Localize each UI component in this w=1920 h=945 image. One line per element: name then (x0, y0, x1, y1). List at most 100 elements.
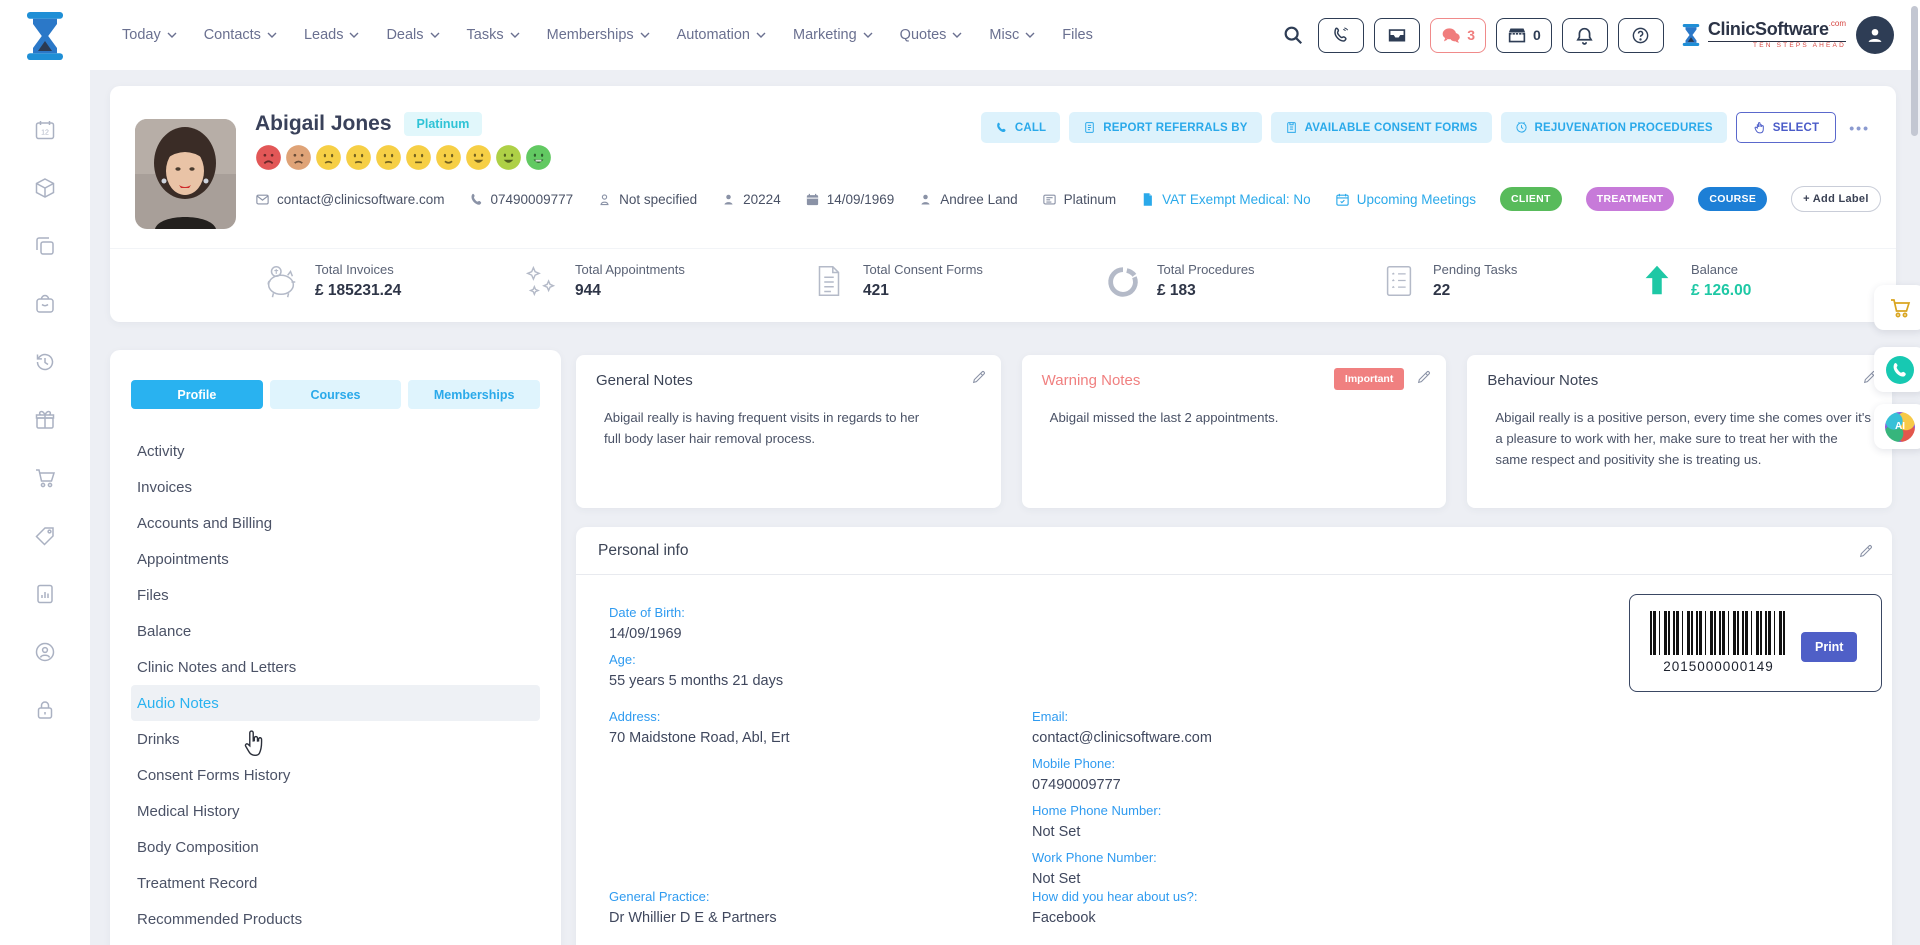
label-client[interactable]: CLIENT (1500, 187, 1562, 211)
consent-forms-button[interactable]: AVAILABLE CONSENT FORMS (1271, 112, 1492, 143)
bag-icon[interactable] (33, 292, 57, 316)
nav-leads[interactable]: Leads (304, 27, 360, 43)
inbox-icon (1387, 26, 1407, 44)
calendar-icon[interactable]: 12 (33, 118, 57, 142)
tag-icon[interactable] (33, 524, 57, 548)
edit-pencil-icon[interactable] (971, 369, 987, 385)
nav-automation[interactable]: Automation (677, 27, 766, 43)
inbox-button[interactable] (1374, 18, 1420, 53)
rejuvenation-button[interactable]: REJUVENATION PROCEDURES (1501, 112, 1727, 143)
menu-item-audio-notes[interactable]: Audio Notes (131, 685, 540, 721)
patient-photo[interactable] (135, 119, 236, 229)
copy-icon[interactable] (33, 234, 57, 258)
gp-value: Dr Whillier D E & Partners (609, 910, 777, 926)
menu-item-clinic-notes[interactable]: Clinic Notes and Letters (131, 649, 540, 685)
tab-courses[interactable]: Courses (270, 380, 402, 409)
mood-emoji-sad[interactable] (315, 144, 342, 171)
search-icon[interactable] (1278, 20, 1308, 50)
user-avatar[interactable] (1856, 16, 1894, 54)
nav-files[interactable]: Files (1062, 27, 1093, 43)
personal-info-title: Personal info (598, 542, 688, 560)
label-treatment[interactable]: TREATMENT (1586, 187, 1675, 211)
nav-memberships[interactable]: Memberships (547, 27, 650, 43)
menu-item-invoices[interactable]: Invoices (131, 469, 540, 505)
logo-com-suffix: .com (1829, 19, 1846, 28)
patient-phone[interactable]: 07490009777 (469, 192, 574, 207)
cart-icon[interactable] (33, 466, 57, 490)
add-label-button[interactable]: + Add Label (1791, 186, 1881, 212)
report-referrals-button[interactable]: REPORT REFERRALS BY (1069, 112, 1261, 143)
menu-item-files[interactable]: Files (131, 577, 540, 613)
patient-gender: Not specified (597, 192, 697, 207)
mood-emoji-upset[interactable] (285, 144, 312, 171)
notifications-button[interactable] (1562, 18, 1608, 53)
menu-item-appointments[interactable]: Appointments (131, 541, 540, 577)
print-barcode-button[interactable]: Print (1801, 632, 1857, 662)
menu-item-consent-forms-history[interactable]: Consent Forms History (131, 757, 540, 793)
task-list-icon (1380, 262, 1418, 300)
help-button[interactable] (1618, 18, 1664, 53)
floating-call-button[interactable] (1874, 347, 1920, 392)
report-icon[interactable] (33, 582, 57, 606)
more-actions-button[interactable]: ••• (1849, 120, 1870, 136)
page-scrollbar[interactable] (1911, 6, 1918, 136)
nav-tasks[interactable]: Tasks (467, 27, 520, 43)
patient-email[interactable]: contact@clinicsoftware.com (255, 192, 445, 207)
menu-item-treatment-record[interactable]: Treatment Record (131, 865, 540, 901)
vat-exempt-link[interactable]: VAT Exempt Medical: No (1140, 192, 1311, 207)
menu-item-balance[interactable]: Balance (131, 613, 540, 649)
stat-balance: Balance£ 126.00 (1638, 262, 1751, 300)
document-icon (1140, 192, 1155, 207)
chevron-down-icon (863, 32, 873, 38)
stat-label: Balance (1691, 262, 1751, 277)
label-course[interactable]: COURSE (1698, 187, 1767, 211)
general-notes-text: Abigail really is having frequent visits… (596, 407, 926, 449)
mood-emoji-happy[interactable] (495, 144, 522, 171)
menu-item-activity[interactable]: Activity (131, 433, 540, 469)
package-icon[interactable] (33, 176, 57, 200)
nav-marketing[interactable]: Marketing (793, 27, 873, 43)
mood-emoji-slight-smile[interactable] (435, 144, 462, 171)
nav-today[interactable]: Today (122, 27, 177, 43)
barcode-box: 2015000000149 Print (1629, 594, 1882, 692)
stat-value: 22 (1433, 282, 1517, 300)
mood-emoji-angry[interactable] (255, 144, 282, 171)
menu-item-accounts-billing[interactable]: Accounts and Billing (131, 505, 540, 541)
clinicsoftware-logo[interactable]: ClinicSoftware.com TEN STEPS AHEAD (1680, 20, 1846, 50)
nav-misc[interactable]: Misc (989, 27, 1035, 43)
email-text: contact@clinicsoftware.com (277, 192, 445, 207)
menu-item-medical-history[interactable]: Medical History (131, 793, 540, 829)
work-phone-label: Work Phone Number: (1032, 850, 1212, 865)
nav-deals[interactable]: Deals (386, 27, 439, 43)
call-button[interactable]: CALL (981, 112, 1060, 143)
mood-emoji-meh[interactable] (375, 144, 402, 171)
floating-ai-button[interactable]: AI (1874, 404, 1920, 449)
nav-quotes[interactable]: Quotes (900, 27, 963, 43)
lock-icon[interactable] (33, 698, 57, 722)
menu-item-body-composition[interactable]: Body Composition (131, 829, 540, 865)
upcoming-meetings-link[interactable]: Upcoming Meetings (1335, 192, 1476, 207)
floating-cart-button[interactable] (1874, 285, 1920, 330)
contact-card-icon[interactable] (33, 640, 57, 664)
mood-emoji-neutral[interactable] (405, 144, 432, 171)
mood-emoji-grin[interactable] (465, 144, 492, 171)
history-icon[interactable] (33, 350, 57, 374)
patient-name: Abigail Jones (255, 112, 392, 136)
tab-profile[interactable]: Profile (131, 380, 263, 409)
select-button[interactable]: SELECT (1736, 112, 1837, 143)
mood-emoji-very-happy[interactable] (525, 144, 552, 171)
chat-button[interactable]: 3 (1430, 18, 1486, 53)
chevron-down-icon (167, 32, 177, 38)
edit-pencil-icon[interactable] (1416, 369, 1432, 385)
tab-memberships[interactable]: Memberships (408, 380, 540, 409)
menu-item-drinks[interactable]: Drinks (131, 721, 540, 757)
menu-item-recommended-products[interactable]: Recommended Products (131, 901, 540, 937)
clinicsoftware-hourglass-logo[interactable] (21, 10, 69, 62)
address-group: Address: 70 Maidstone Road, Abl, Ert (609, 699, 790, 746)
gift-icon[interactable] (33, 408, 57, 432)
mood-emoji-meh[interactable] (345, 144, 372, 171)
edit-pencil-icon[interactable] (1858, 543, 1874, 559)
store-button[interactable]: 0 (1496, 18, 1552, 53)
phone-call-button[interactable] (1318, 18, 1364, 53)
nav-contacts[interactable]: Contacts (204, 27, 277, 43)
